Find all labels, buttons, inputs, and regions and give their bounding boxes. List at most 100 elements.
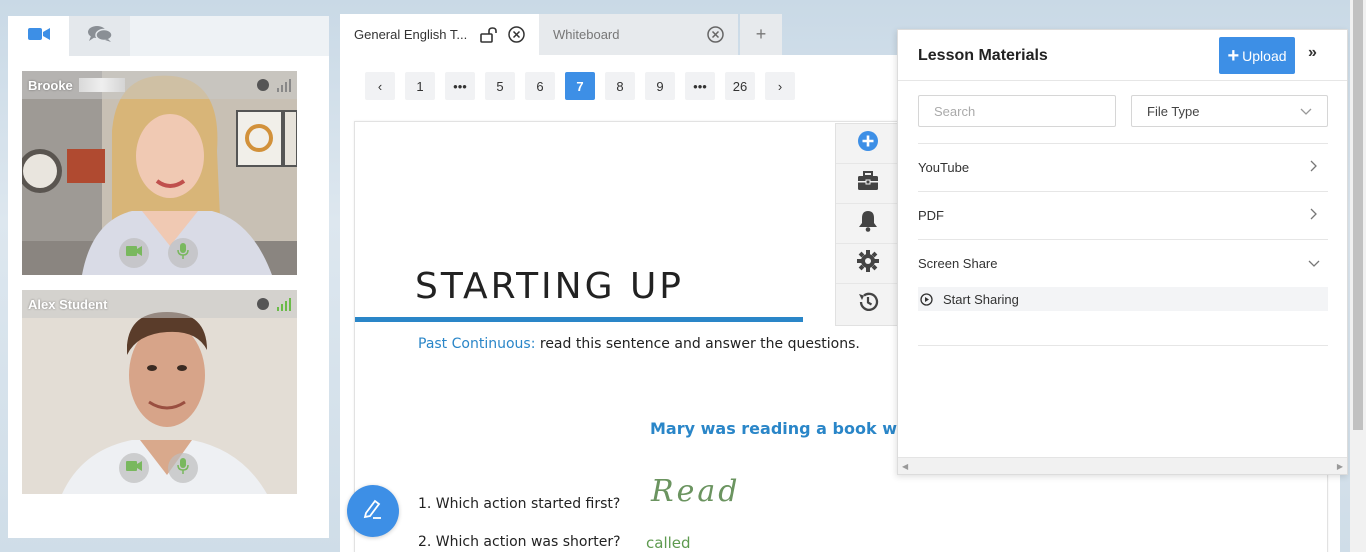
tab-label: General English T... [354, 27, 468, 42]
status-dot-icon [257, 79, 269, 91]
scrollbar-thumb[interactable] [1353, 0, 1363, 430]
pen-icon [361, 497, 385, 526]
close-circle-icon[interactable] [508, 26, 525, 43]
panel-title: Lesson Materials [918, 47, 1048, 64]
history-button[interactable] [836, 284, 900, 324]
toolbox-button[interactable] [836, 164, 900, 204]
slide-toolbar [835, 123, 901, 326]
slide-title: STARTING UP [415, 266, 685, 307]
file-type-select[interactable]: File Type [1131, 95, 1328, 127]
settings-button[interactable] [836, 244, 900, 284]
camera-icon [126, 244, 142, 262]
upload-label: Upload [1242, 47, 1287, 64]
chat-bubbles-icon [87, 25, 113, 48]
material-row-label: YouTube [918, 160, 970, 175]
plus-icon: + [1227, 44, 1240, 67]
participant-name: Alex Student [28, 296, 108, 312]
page-button[interactable]: 9 [645, 72, 675, 100]
camera-toggle-button[interactable] [119, 238, 149, 268]
video-tile-header: Brooke [22, 71, 297, 99]
scroll-right-icon[interactable]: ▶ [1337, 462, 1343, 471]
microphone-toggle-button[interactable] [168, 238, 198, 268]
page-button[interactable]: 6 [525, 72, 555, 100]
page-button[interactable]: 8 [605, 72, 635, 100]
notifications-button[interactable] [836, 204, 900, 244]
material-row-pdf[interactable]: PDF [918, 191, 1328, 239]
horizontal-scrollbar[interactable]: ◀ ▶ [898, 457, 1347, 474]
instruction-highlight: Past Continuous: [418, 336, 536, 352]
video-feed-image [22, 290, 297, 494]
page-scrollbar[interactable] [1350, 0, 1366, 552]
page-ellipsis[interactable]: ••• [445, 72, 475, 100]
gear-icon [857, 250, 879, 277]
video-camera-icon [27, 26, 50, 47]
unlock-icon[interactable] [480, 26, 498, 43]
video-panel-tabs [8, 16, 329, 56]
toolbox-icon [857, 171, 879, 196]
scroll-left-icon[interactable]: ◀ [902, 462, 908, 471]
chevron-right-icon [1310, 208, 1318, 223]
status-dot-icon [257, 298, 269, 310]
material-row-label: Screen Share [918, 256, 998, 271]
microphone-icon [177, 457, 189, 479]
video-tile-alex-student[interactable]: Alex Student [22, 290, 297, 494]
add-circle-icon [857, 130, 879, 157]
participant-name: Brooke [28, 77, 73, 93]
upload-button[interactable]: + Upload [1219, 37, 1295, 74]
video-status [257, 297, 291, 311]
start-sharing-label: Start Sharing [943, 291, 1019, 307]
page-button[interactable]: 26 [725, 72, 755, 100]
microphone-icon [177, 242, 189, 264]
search-input[interactable] [918, 95, 1116, 127]
prev-page-button[interactable]: ‹ [365, 72, 395, 100]
pagination: ‹ 1 ••• 5 6 7 8 9 ••• 26 › [365, 72, 795, 100]
close-circle-icon[interactable] [707, 26, 724, 43]
material-row-youtube[interactable]: YouTube [918, 143, 1328, 191]
video-feed [22, 290, 297, 494]
chevron-right-icon [1310, 160, 1318, 175]
add-tab-button[interactable]: + [740, 14, 782, 55]
tab-label: Whiteboard [553, 27, 620, 42]
video-tile-header: Alex Student [22, 290, 297, 318]
chevron-down-icon [1300, 104, 1312, 119]
next-page-button[interactable]: › [765, 72, 795, 100]
play-circle-icon [920, 292, 933, 306]
slide-sentence: Mary was reading a book whe [650, 419, 920, 438]
slide-instruction: Past Continuous: read this sentence and … [418, 336, 860, 352]
collapse-panel-button[interactable]: » [1308, 44, 1317, 62]
add-button[interactable] [836, 124, 900, 164]
chevron-down-icon [1308, 256, 1320, 271]
material-row-screen-share[interactable]: Screen Share [918, 239, 1328, 287]
page-ellipsis[interactable]: ••• [685, 72, 715, 100]
signal-strength-icon [277, 297, 291, 311]
annotate-pen-button[interactable] [347, 485, 399, 537]
page-button[interactable]: 5 [485, 72, 515, 100]
video-feed [22, 71, 297, 275]
video-feed-image [22, 71, 297, 275]
handwritten-answer-1: Read [651, 474, 741, 509]
file-type-label: File Type [1147, 103, 1200, 119]
start-sharing-item[interactable]: Start Sharing [918, 287, 1328, 311]
name-redaction [78, 78, 125, 92]
tab-general-english[interactable]: General English T... [340, 14, 539, 55]
microphone-toggle-button[interactable] [168, 453, 198, 483]
camera-icon [126, 459, 142, 477]
tab-whiteboard[interactable]: Whiteboard [539, 14, 738, 55]
video-tile-brooke[interactable]: Brooke [22, 71, 297, 275]
tab-chat[interactable] [69, 16, 130, 56]
instruction-text: read this sentence and answer the questi… [535, 336, 860, 352]
page-button[interactable]: 1 [405, 72, 435, 100]
bell-icon [858, 210, 878, 237]
slide-question-1: 1. Which action started first? [418, 496, 621, 512]
divider [918, 345, 1328, 346]
handwritten-answer-2: called [646, 534, 691, 552]
video-panel: Brooke Alex Student [8, 16, 329, 538]
lesson-materials-header: Lesson Materials + Upload » [898, 30, 1347, 81]
signal-strength-icon [277, 78, 291, 92]
history-icon [857, 291, 879, 318]
current-page-button[interactable]: 7 [565, 72, 595, 100]
tab-video[interactable] [8, 16, 69, 56]
camera-toggle-button[interactable] [119, 453, 149, 483]
slide-question-2: 2. Which action was shorter? [418, 534, 621, 550]
lesson-materials-panel: Lesson Materials + Upload » File Type Yo… [897, 29, 1348, 475]
